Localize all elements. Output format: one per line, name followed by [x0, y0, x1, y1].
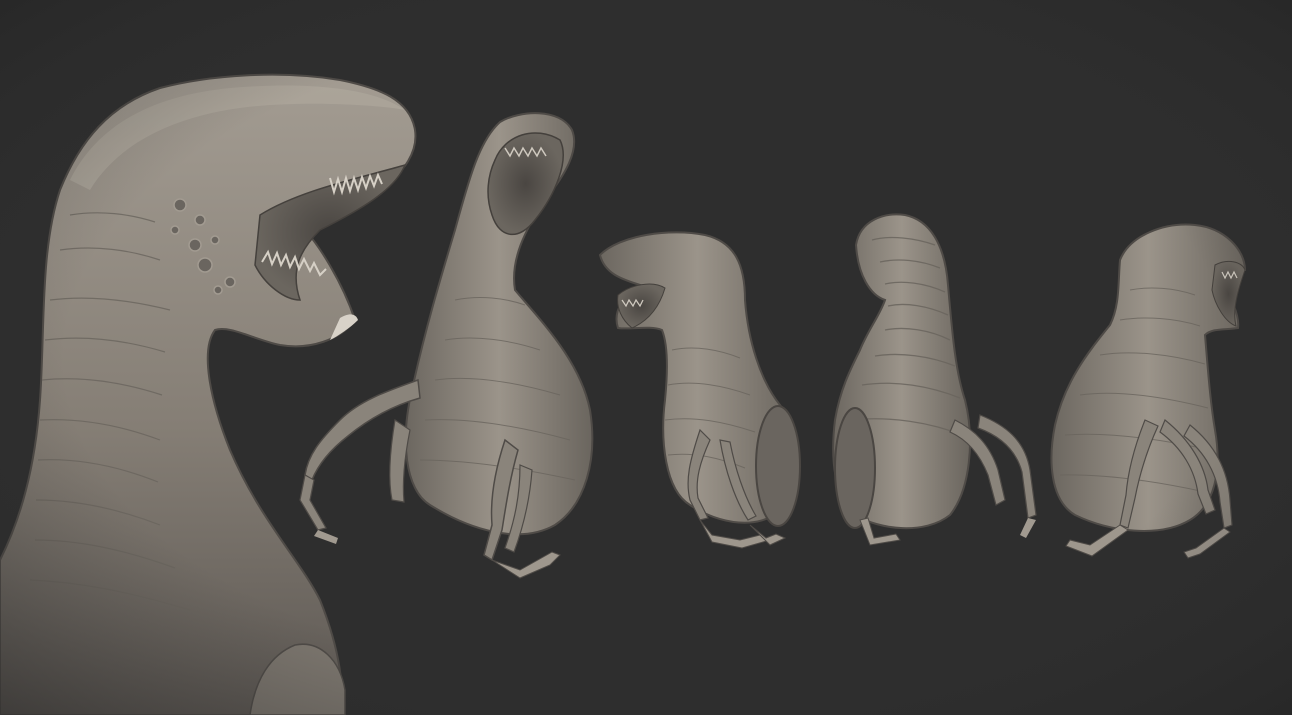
- creature-sculpt-image: [0, 0, 1292, 715]
- vignette-overlay: [0, 0, 1292, 715]
- sculpt-viewport: [0, 0, 1292, 715]
